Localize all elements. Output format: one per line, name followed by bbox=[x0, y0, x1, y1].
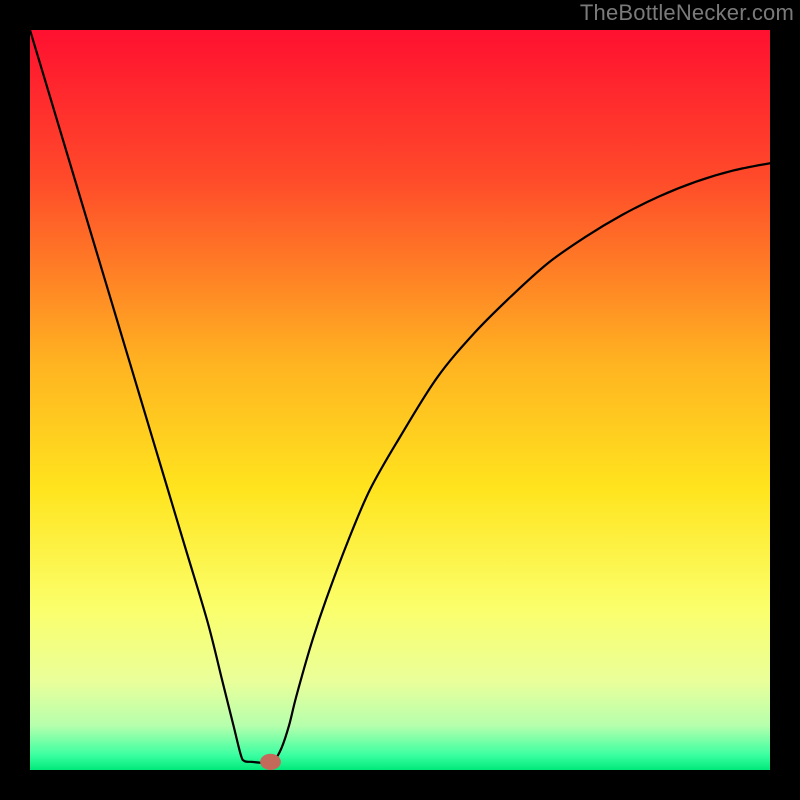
watermark-text: TheBottleNecker.com bbox=[580, 0, 794, 26]
plot-area bbox=[30, 30, 770, 770]
bottleneck-curve-chart bbox=[30, 30, 770, 770]
optimal-point-marker bbox=[260, 754, 281, 770]
chart-frame: TheBottleNecker.com bbox=[0, 0, 800, 800]
